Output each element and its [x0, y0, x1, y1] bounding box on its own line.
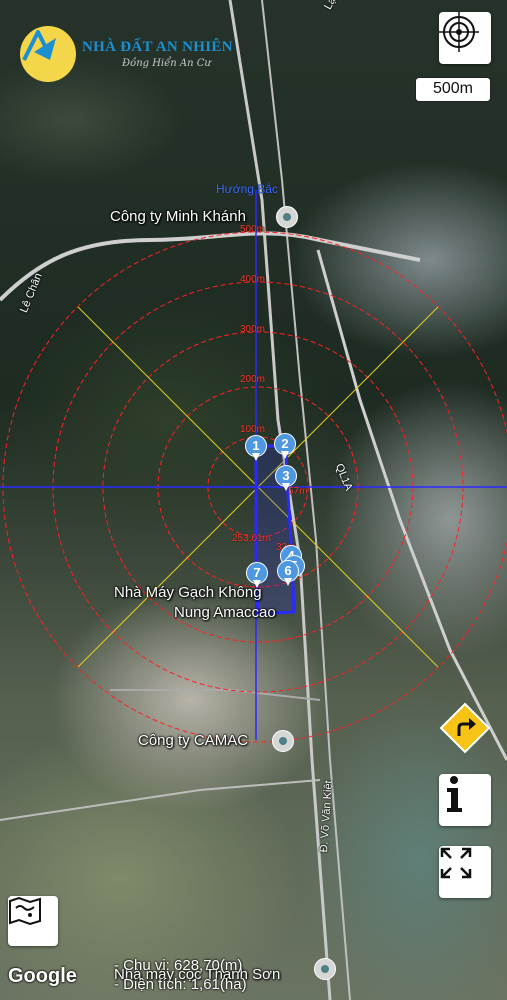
ring-label-200m: 200m — [240, 374, 266, 385]
place-label-amaccao-2: Nung Amaccao — [174, 604, 276, 621]
brand-slogan: Đồng Hiển An Cư — [122, 58, 211, 69]
map-type-icon — [9, 896, 41, 926]
directions-button[interactable] — [439, 702, 491, 754]
vertex-marker-3[interactable]: 3 — [275, 465, 297, 491]
brand-logo-icon — [20, 26, 76, 82]
map-type-button[interactable] — [8, 896, 58, 946]
place-label-camac: Công ty CAMAC — [138, 732, 249, 749]
area-text: - Diện tích: 1,61(ha) — [114, 976, 247, 993]
vertex-marker-7[interactable]: 7 — [246, 562, 268, 588]
brand-logo: NHÀ ĐẤT AN NHIÊN Đồng Hiển An Cư — [20, 26, 233, 82]
road-le-chan — [0, 231, 421, 302]
place-pin-icon[interactable] — [314, 958, 336, 980]
ring-label-300m: 300m — [240, 324, 266, 335]
road-south — [0, 779, 321, 821]
brand-name: NHÀ ĐẤT AN NHIÊN — [82, 39, 233, 55]
turn-right-icon — [439, 702, 491, 754]
ring-label-100m: 100m — [240, 424, 266, 435]
road-ql1a — [316, 249, 507, 761]
vertex-marker-2[interactable]: 2 — [274, 433, 296, 459]
place-pin-icon[interactable] — [276, 206, 298, 228]
place-label-amaccao: Nhà Máy Gạch Không — [114, 584, 262, 601]
info-button[interactable] — [439, 774, 491, 826]
crosshair-icon — [439, 12, 479, 52]
vertex-marker-1[interactable]: 1 — [245, 435, 267, 461]
fullscreen-button[interactable] — [439, 846, 491, 898]
map-overlay — [0, 0, 507, 1000]
place-pin-icon[interactable] — [272, 730, 294, 752]
ring-label-400m: 400m — [240, 274, 266, 285]
info-icon — [447, 776, 462, 812]
cross-axes — [0, 190, 507, 740]
north-label: Hướng Bắc — [216, 182, 278, 196]
locate-button[interactable] — [439, 12, 491, 64]
ring-label-500m: 500m — [240, 224, 266, 235]
google-attribution: Google — [8, 965, 77, 987]
expand-icon — [440, 847, 472, 879]
perimeter-text: - Chu vi: 628,70(m) — [114, 957, 243, 974]
segment-label: 253,01m — [232, 533, 271, 544]
scale-indicator: 500m — [415, 77, 491, 102]
parcel-stats: - Chu vi: 628,70(m) - Diện tích: 1,61(ha… — [114, 956, 247, 994]
satellite-map[interactable]: NHÀ ĐẤT AN NHIÊN Đồng Hiển An Cư 500m Lạ… — [0, 0, 507, 1000]
place-label-minh-khanh: Công ty Minh Khánh — [110, 208, 246, 225]
road-lower — [110, 689, 321, 701]
vertex-marker-6[interactable]: 6 — [277, 560, 299, 586]
